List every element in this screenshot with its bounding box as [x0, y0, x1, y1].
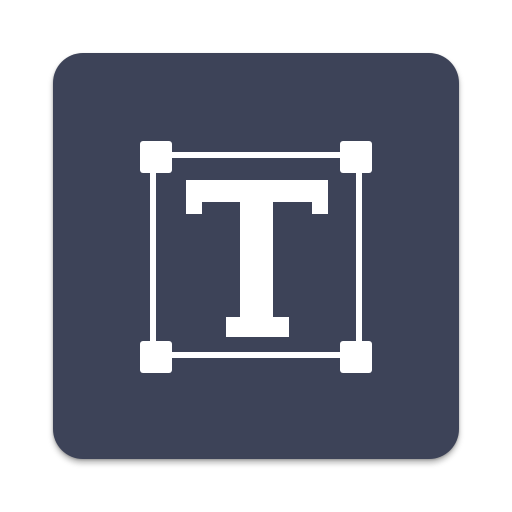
- app-icon-canvas: [0, 0, 512, 512]
- app-icon[interactable]: [53, 53, 459, 459]
